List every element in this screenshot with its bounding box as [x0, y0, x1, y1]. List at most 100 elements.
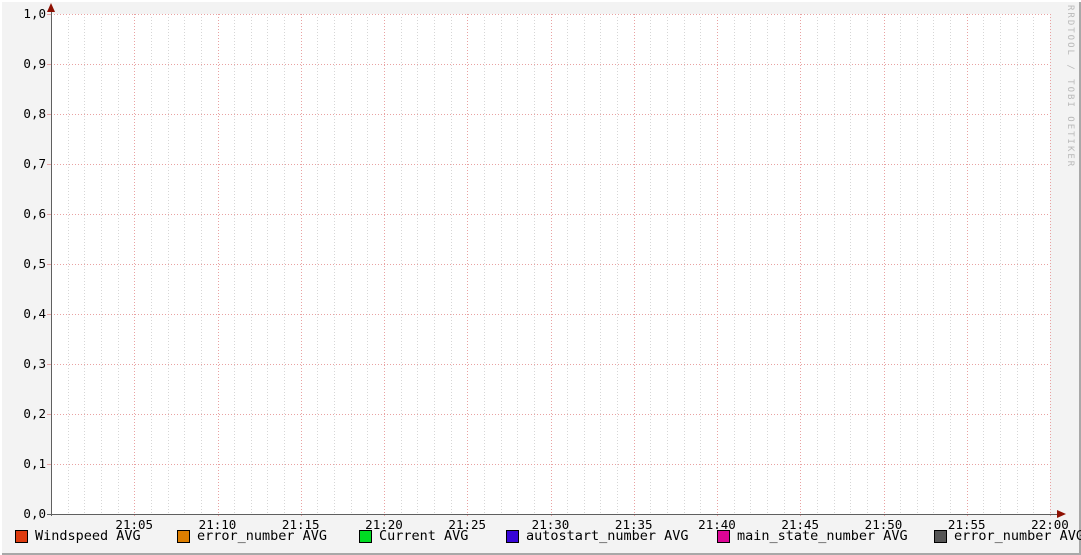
legend-swatch-icon — [506, 530, 519, 543]
x-minor-gridline — [933, 17, 935, 514]
x-minor-gridline — [1033, 17, 1035, 514]
x-minor-gridline — [234, 17, 236, 514]
y-tick-label: 0,8 — [23, 106, 46, 121]
y-tick-label: 1,0 — [23, 6, 46, 21]
x-minor-gridline — [483, 17, 485, 514]
y-major-gridline — [51, 64, 1050, 65]
y-major-gridline — [51, 464, 1050, 465]
x-minor-gridline — [617, 17, 619, 514]
x-minor-gridline — [916, 17, 918, 514]
x-minor-gridline — [517, 17, 519, 514]
x-minor-gridline — [950, 17, 952, 514]
x-minor-gridline — [783, 17, 785, 514]
x-minor-gridline — [983, 17, 985, 514]
legend-item: autostart_number AVG — [506, 529, 689, 544]
x-minor-gridline — [1016, 17, 1018, 514]
legend-item: error_number AVG — [934, 529, 1081, 544]
x-major-gridline — [717, 14, 718, 518]
x-minor-gridline — [700, 17, 702, 514]
legend-label: Current AVG — [379, 528, 469, 544]
x-minor-gridline — [417, 17, 419, 514]
legend-swatch-icon — [177, 530, 190, 543]
x-minor-gridline — [533, 17, 535, 514]
x-minor-gridline — [816, 17, 818, 514]
x-minor-gridline — [567, 17, 569, 514]
x-minor-gridline — [833, 17, 835, 514]
legend-item: Windspeed AVG — [15, 529, 141, 544]
y-major-gridline — [51, 164, 1050, 165]
x-minor-gridline — [400, 17, 402, 514]
x-minor-gridline — [500, 17, 502, 514]
x-minor-gridline — [850, 17, 852, 514]
y-tick-label: 0,6 — [23, 206, 46, 221]
legend-label: error_number AVG — [197, 528, 328, 544]
y-tick-label: 0,0 — [23, 506, 46, 521]
x-major-gridline — [300, 14, 302, 518]
x-axis-line — [47, 514, 1060, 515]
legend-item: Current AVG — [359, 529, 468, 544]
x-major-gridline — [217, 14, 219, 518]
y-major-gridline — [51, 314, 1050, 315]
x-minor-gridline — [67, 17, 69, 514]
x-minor-gridline — [184, 17, 186, 514]
x-axis-arrow-icon — [1057, 510, 1066, 518]
y-major-gridline — [51, 14, 1050, 15]
legend-item: main_state_number AVG — [717, 529, 908, 544]
x-minor-gridline — [583, 17, 585, 514]
legend-swatch-icon — [934, 530, 947, 543]
x-minor-gridline — [766, 17, 768, 514]
y-tick-label: 0,4 — [23, 306, 46, 321]
legend-label: main_state_number AVG — [737, 528, 908, 544]
y-tick-label: 0,7 — [23, 156, 46, 171]
x-minor-gridline — [167, 17, 169, 514]
legend-label: autostart_number AVG — [526, 528, 689, 544]
x-minor-gridline — [367, 17, 369, 514]
x-minor-gridline — [284, 17, 286, 514]
x-minor-gridline — [117, 17, 119, 514]
legend-label: Windspeed AVG — [35, 528, 141, 544]
x-minor-gridline — [350, 17, 352, 514]
x-minor-gridline — [433, 17, 435, 514]
y-major-gridline — [51, 414, 1050, 415]
legend-label: error_number AVG — [954, 528, 1081, 544]
y-major-gridline — [51, 114, 1050, 115]
x-minor-gridline — [600, 17, 602, 514]
x-minor-gridline — [200, 17, 202, 514]
rrdtool-watermark: RRDTOOL / TOBI OETIKER — [1065, 5, 1075, 169]
x-minor-gridline — [267, 17, 269, 514]
legend-item: error_number AVG — [177, 529, 327, 544]
legend-swatch-icon — [15, 530, 28, 543]
x-minor-gridline — [334, 17, 336, 514]
x-major-gridline — [800, 14, 802, 518]
y-major-gridline — [51, 214, 1050, 215]
x-minor-gridline — [100, 17, 102, 514]
y-tick-label: 0,3 — [23, 356, 46, 371]
y-tick-label: 0,5 — [23, 256, 46, 271]
x-major-gridline — [966, 14, 968, 518]
y-major-gridline — [51, 364, 1050, 365]
legend-swatch-icon — [717, 530, 730, 543]
x-major-gridline — [883, 14, 885, 518]
x-minor-gridline — [750, 17, 752, 514]
y-tick-label: 0,2 — [23, 406, 46, 421]
y-tick-label: 0,1 — [23, 456, 46, 471]
x-minor-gridline — [650, 17, 652, 514]
x-minor-gridline — [450, 17, 452, 514]
x-minor-gridline — [733, 17, 735, 514]
y-axis-arrow-icon — [47, 3, 55, 12]
y-tick-label: 0,9 — [23, 56, 46, 71]
x-minor-gridline — [1000, 17, 1002, 514]
x-major-gridline — [467, 14, 469, 518]
x-major-gridline — [384, 14, 385, 518]
x-major-gridline — [633, 14, 635, 518]
x-minor-gridline — [250, 17, 252, 514]
x-minor-gridline — [900, 17, 902, 514]
x-minor-gridline — [866, 17, 868, 514]
y-major-gridline — [51, 264, 1050, 265]
x-minor-gridline — [317, 17, 319, 514]
legend-swatch-icon — [359, 530, 372, 543]
rrdtool-graph: RRDTOOL / TOBI OETIKER 21:05 21:10 21:15 21… — [0, 0, 1081, 555]
x-minor-gridline — [84, 17, 86, 514]
x-minor-gridline — [667, 17, 669, 514]
y-axis-line — [51, 8, 52, 516]
